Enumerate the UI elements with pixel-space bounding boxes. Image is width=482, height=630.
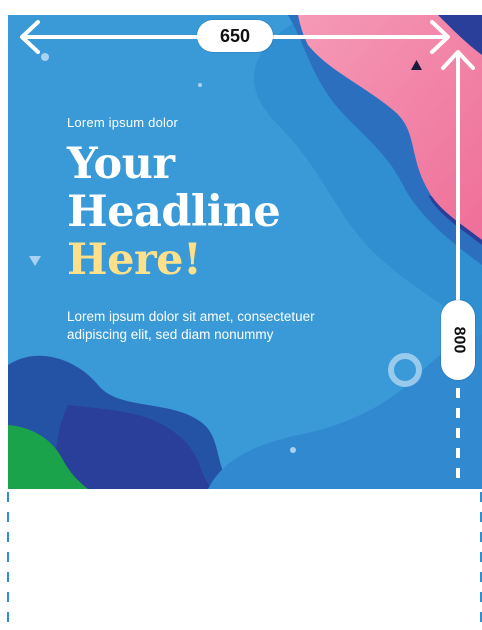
height-label-pill: 800 xyxy=(441,300,475,380)
body-text: Lorem ipsum dolor sit amet, consectetuer… xyxy=(67,308,367,344)
headline-line-1: Your xyxy=(67,139,175,189)
design-artboard: Lorem ipsum dolor Your Headline Here! Lo… xyxy=(8,15,482,489)
headline-line-3: Here! xyxy=(67,235,202,285)
kicker-text: Lorem ipsum dolor xyxy=(67,115,179,130)
body-line-1: Lorem ipsum dolor sit amet, consectetuer xyxy=(67,309,315,324)
headline-line-2: Headline xyxy=(67,187,281,237)
height-label: 800 xyxy=(449,326,467,354)
body-line-2: adipiscing elit, sed diam nonummy xyxy=(67,327,274,342)
headline: Your Headline Here! xyxy=(67,139,281,285)
width-label: 650 xyxy=(197,20,273,52)
decorative-dot xyxy=(41,53,49,61)
decorative-dot xyxy=(198,83,202,87)
design-preview: Lorem ipsum dolor Your Headline Here! Lo… xyxy=(0,0,482,630)
decorative-dot xyxy=(290,447,296,453)
